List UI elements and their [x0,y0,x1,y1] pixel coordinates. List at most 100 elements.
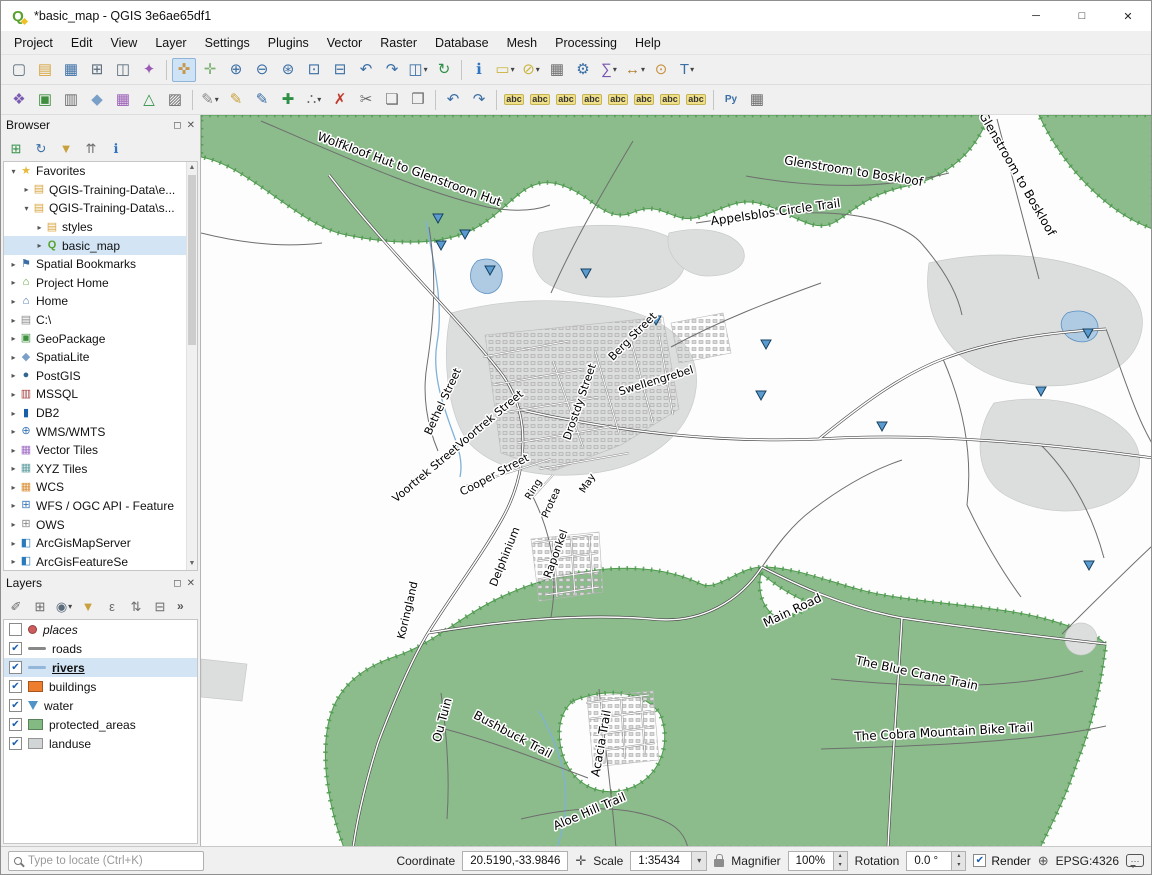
browser-item-postgis[interactable]: ▸●PostGIS [4,367,197,386]
browser-item-spatial-bookmarks[interactable]: ▸⚑Spatial Bookmarks [4,255,197,274]
collapsed-arrow-icon[interactable]: ▸ [8,446,19,455]
collapsed-arrow-icon[interactable]: ▸ [34,223,45,232]
menu-project[interactable]: Project [5,33,62,53]
grid-tool-button[interactable]: ▦ [745,88,769,112]
dropdown-arrow-icon[interactable]: ▾ [215,95,219,104]
filter-legend-button[interactable]: ▼ [77,595,99,617]
remove-layer-button[interactable]: ⊟ [149,595,171,617]
menu-layer[interactable]: Layer [146,33,195,53]
identify-features-button[interactable]: ℹ [467,58,491,82]
crs-value[interactable]: EPSG:4326 [1056,854,1119,868]
browser-scrollbar[interactable]: ▲ ▼ [186,162,197,570]
redo-button[interactable]: ↷ [467,88,491,112]
float-panel-icon[interactable]: ◻ [173,578,181,589]
collapsed-arrow-icon[interactable]: ▸ [8,353,19,362]
collapse-all-button[interactable]: ⇈ [80,137,102,159]
map-tips-button[interactable]: ⊙ [649,58,673,82]
collapsed-arrow-icon[interactable]: ▸ [8,464,19,473]
layer-item-water[interactable]: ✔water [4,696,197,715]
rotation-value[interactable]: 0.0 ° [906,851,952,871]
layer-checkbox[interactable]: ✔ [9,661,22,674]
menu-edit[interactable]: Edit [62,33,102,53]
dropdown-arrow-icon[interactable]: ▾ [536,65,540,74]
pan-map-button[interactable]: ✜ [172,58,196,82]
close-panel-icon[interactable]: ✕ [187,578,195,589]
new-shapefile-layer-button[interactable]: ▥ [59,88,83,112]
coordinate-value[interactable]: 20.5190,-33.9846 [462,851,568,871]
float-panel-icon[interactable]: ◻ [173,120,181,131]
open-layer-styling-button[interactable]: ✐ [5,595,27,617]
browser-item-xyz-tiles[interactable]: ▸▦XYZ Tiles [4,460,197,479]
zoom-full-extent-button[interactable]: ⊛ [276,58,300,82]
refresh-browser-button[interactable]: ↻ [30,137,52,159]
browser-item-basic-map[interactable]: ▸Qbasic_map [4,236,197,255]
dropdown-arrow-icon[interactable]: ▾ [613,65,617,74]
zoom-to-selection-button[interactable]: ⊡ [302,58,326,82]
paste-features-button[interactable]: ❒ [406,88,430,112]
browser-item-db2[interactable]: ▸▮DB2 [4,404,197,423]
layer-item-places[interactable]: places [4,620,197,639]
render-toggle[interactable]: ✔ Render [973,854,1030,868]
close-panel-icon[interactable]: ✕ [187,120,195,131]
statistical-summary-button[interactable]: ∑▾ [597,58,621,82]
browser-item-qgis-training-data-e[interactable]: ▸▤QGIS-Training-Data\e... [4,181,197,200]
expand-collapse-all-button[interactable]: ⇅ [125,595,147,617]
magnifier-value[interactable]: 100% [788,851,834,871]
undo-button[interactable]: ↶ [441,88,465,112]
scale-combo[interactable]: 1:35434 ▾ [630,851,707,871]
browser-item-wms-wmts[interactable]: ▸⊕WMS/WMTS [4,422,197,441]
browser-item-arcgismapserver[interactable]: ▸◧ArcGisMapServer [4,534,197,553]
layer-diagram-button[interactable]: abc [528,88,552,112]
menu-vector[interactable]: Vector [318,33,371,53]
map-canvas[interactable]: Wolfkloof Hut to Glenstroom HutGlenstroo… [201,115,1151,846]
add-selected-layers-button[interactable]: ⊞ [5,137,27,159]
menu-raster[interactable]: Raster [371,33,426,53]
collapsed-arrow-icon[interactable]: ▸ [8,501,19,510]
deselect-features-button[interactable]: ⊘▾ [519,58,543,82]
dropdown-arrow-icon[interactable]: ▾ [511,65,515,74]
open-attribute-table-button[interactable]: ▦ [545,58,569,82]
show-hide-labels-button[interactable]: abc [606,88,630,112]
save-project-button[interactable]: ▦ [59,58,83,82]
open-project-button[interactable]: ▤ [33,58,57,82]
properties-widget-button[interactable]: ℹ [105,137,127,159]
dropdown-arrow-icon[interactable]: ▾ [317,95,321,104]
new-project-button[interactable]: ▢ [7,58,31,82]
manage-map-themes-button[interactable]: ◉▾ [53,595,75,617]
browser-item-qgis-training-data-s[interactable]: ▾▤QGIS-Training-Data\s... [4,199,197,218]
browser-item-c[interactable]: ▸▤C:\ [4,311,197,330]
vertex-tool-button[interactable]: ∴▾ [302,88,326,112]
zoom-in-button[interactable]: ⊕ [224,58,248,82]
scrollbar-thumb[interactable] [188,175,196,345]
rotation-spinbox[interactable]: 0.0 ° ▴ ▾ [906,851,966,871]
layer-item-protected-areas[interactable]: ✔protected_areas [4,715,197,734]
collapsed-arrow-icon[interactable]: ▸ [8,539,19,548]
move-label-button[interactable]: abc [632,88,656,112]
delete-selected-button[interactable]: ✗ [328,88,352,112]
maximize-button[interactable]: □ [1059,1,1105,31]
show-layout-manager-button[interactable]: ◫ [111,58,135,82]
scroll-up-icon[interactable]: ▲ [187,162,197,174]
minimize-button[interactable]: ─ [1013,1,1059,31]
layer-checkbox[interactable]: ✔ [9,642,22,655]
scale-dropdown-icon[interactable]: ▾ [692,851,707,871]
collapsed-arrow-icon[interactable]: ▸ [8,427,19,436]
layer-checkbox[interactable]: ✔ [9,699,22,712]
measure-button[interactable]: ↔▾ [623,58,647,82]
layer-item-landuse[interactable]: ✔landuse [4,734,197,753]
locate-search[interactable] [8,851,204,871]
dropdown-arrow-icon[interactable]: ▾ [424,65,428,74]
save-layer-edits-button[interactable]: ✎ [250,88,274,112]
scroll-down-icon[interactable]: ▼ [187,558,197,570]
layer-item-roads[interactable]: ✔roads [4,639,197,658]
scale-lock-icon[interactable] [714,859,724,867]
text-annotation-button[interactable]: T▾ [675,58,699,82]
new-virtual-layer-button[interactable]: ▦ [111,88,135,112]
collapsed-arrow-icon[interactable]: ▸ [8,483,19,492]
browser-item-arcgisfeaturese[interactable]: ▸◧ArcGisFeatureSe [4,552,197,571]
processing-toolbox-button[interactable]: ⚙ [571,58,595,82]
locate-input[interactable] [28,855,178,867]
spin-down-icon[interactable]: ▾ [834,861,847,870]
collapsed-arrow-icon[interactable]: ▸ [8,260,19,269]
dropdown-arrow-icon[interactable]: ▾ [641,65,645,74]
